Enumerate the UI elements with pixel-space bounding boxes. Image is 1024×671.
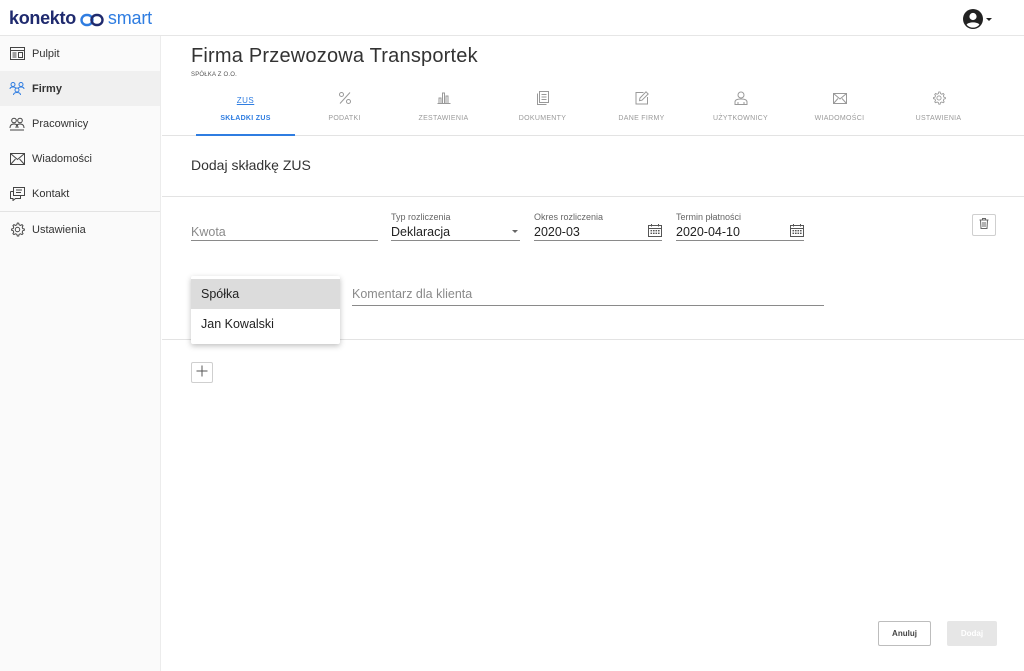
tab-label: DANE FIRMY xyxy=(618,115,665,122)
tab-label: USTAWIENIA xyxy=(915,115,962,122)
tab-uzytkownicy[interactable]: UŻYTKOWNICY xyxy=(691,90,790,136)
tab-skladki-zus[interactable]: ZUS SKŁADKI ZUS xyxy=(196,90,295,136)
form-title: Dodaj składkę ZUS xyxy=(191,157,311,173)
company-name: Firma Przewozowa Transportek xyxy=(191,45,478,67)
mail-icon xyxy=(832,91,847,109)
tab-label: PODATKI xyxy=(328,115,361,122)
link-icon xyxy=(80,11,104,27)
typ-rozliczenia-select[interactable]: Typ rozliczenia Deklaracja xyxy=(391,212,520,241)
tab-ustawienia[interactable]: USTAWIENIA xyxy=(889,90,988,136)
sidebar-item-ustawienia[interactable]: Ustawienia xyxy=(0,212,160,247)
sidebar-item-label: Firmy xyxy=(32,82,62,95)
kwota-placeholder: Kwota xyxy=(191,224,226,239)
tab-dokumenty[interactable]: DOKUMENTY xyxy=(493,90,592,136)
termin-platnosci-value: 2020-04-10 xyxy=(676,224,740,239)
dropdown-option-spolka[interactable]: Spółka xyxy=(191,279,340,309)
comment-placeholder: Komentarz dla klienta xyxy=(352,287,473,301)
divider xyxy=(162,196,1024,197)
delete-button[interactable] xyxy=(972,214,996,236)
sidebar: Pulpit Firmy Pracownicy Wiadomości Konta… xyxy=(0,36,161,671)
comment-field[interactable]: Komentarz dla klienta xyxy=(352,287,824,306)
top-bar: konekto smart xyxy=(0,0,1024,36)
kwota-field[interactable]: Kwota xyxy=(191,212,378,241)
sidebar-item-wiadomosci[interactable]: Wiadomości xyxy=(0,141,160,176)
documents-icon xyxy=(536,90,549,110)
tab-podatki[interactable]: PODATKI xyxy=(295,90,394,136)
mail-icon xyxy=(9,151,25,167)
percent-icon xyxy=(338,91,352,110)
dashboard-icon xyxy=(9,46,25,62)
employees-icon xyxy=(9,116,25,132)
app-logo[interactable]: konekto smart xyxy=(9,7,152,29)
typ-rozliczenia-value: Deklaracja xyxy=(391,224,451,239)
tab-dane-firmy[interactable]: DANE FIRMY xyxy=(592,90,691,136)
calendar-icon[interactable] xyxy=(648,223,662,240)
sidebar-item-kontakt[interactable]: Kontakt xyxy=(0,176,160,211)
bar-chart-icon xyxy=(437,91,451,109)
edit-icon xyxy=(635,90,649,110)
gear-icon xyxy=(932,90,946,110)
sidebar-item-pulpit[interactable]: Pulpit xyxy=(0,36,160,71)
logo-text-smart: smart xyxy=(107,7,152,28)
tab-label: DOKUMENTY xyxy=(518,115,567,122)
user-menu[interactable] xyxy=(962,8,994,30)
okres-rozliczenia-value: 2020-03 xyxy=(534,224,580,239)
typ-rozliczenia-label: Typ rozliczenia xyxy=(391,212,451,222)
tab-label: ZESTAWIENIA xyxy=(418,115,469,122)
main-content: Firma Przewozowa Transportek SPÓŁKA Z O.… xyxy=(162,36,1024,671)
account-circle-icon xyxy=(962,8,984,30)
company-header: Firma Przewozowa Transportek SPÓŁKA Z O.… xyxy=(162,36,1024,136)
companies-icon xyxy=(9,81,25,97)
contact-icon xyxy=(9,186,25,202)
gear-icon xyxy=(9,222,25,238)
chevron-down-icon xyxy=(984,15,994,23)
plus-icon xyxy=(196,364,208,382)
calendar-icon[interactable] xyxy=(790,223,804,240)
dropdown-option-jan-kowalski[interactable]: Jan Kowalski xyxy=(191,309,340,339)
sidebar-item-label: Wiadomości xyxy=(32,152,92,165)
trash-icon xyxy=(979,216,989,234)
chevron-down-icon xyxy=(512,230,518,233)
tab-label: WIADOMOŚCI xyxy=(814,115,865,122)
tab-label: SKŁADKI ZUS xyxy=(220,115,271,122)
submit-button[interactable]: Dodaj xyxy=(947,621,997,646)
sidebar-item-label: Ustawienia xyxy=(32,223,86,236)
okres-rozliczenia-label: Okres rozliczenia xyxy=(534,212,604,222)
sidebar-item-firmy[interactable]: Firmy xyxy=(0,71,160,106)
termin-platnosci-label: Termin płatności xyxy=(676,212,742,222)
tab-zestawienia[interactable]: ZESTAWIENIA xyxy=(394,90,493,136)
logo-text-konekto: konekto xyxy=(9,7,76,28)
tab-wiadomosci[interactable]: WIADOMOŚCI xyxy=(790,90,889,136)
sidebar-item-label: Pulpit xyxy=(32,47,60,60)
sidebar-item-label: Kontakt xyxy=(32,187,70,200)
company-tabs: ZUS SKŁADKI ZUS PODATKI ZESTAWIENIA DOKU… xyxy=(196,90,988,136)
okres-rozliczenia-field[interactable]: Okres rozliczenia 2020-03 xyxy=(534,212,662,241)
recipient-dropdown: Spółka Jan Kowalski xyxy=(191,276,340,344)
tab-label: UŻYTKOWNICY xyxy=(712,115,769,122)
sidebar-item-label: Pracownicy xyxy=(32,117,89,130)
termin-platnosci-field[interactable]: Termin płatności 2020-04-10 xyxy=(676,212,804,241)
users-icon xyxy=(734,91,748,110)
sidebar-item-pracownicy[interactable]: Pracownicy xyxy=(0,106,160,141)
zus-icon: ZUS xyxy=(236,95,255,105)
add-row-button[interactable] xyxy=(191,362,213,383)
company-type: SPÓŁKA Z O.O. xyxy=(191,72,237,78)
cancel-button[interactable]: Anuluj xyxy=(878,621,931,646)
